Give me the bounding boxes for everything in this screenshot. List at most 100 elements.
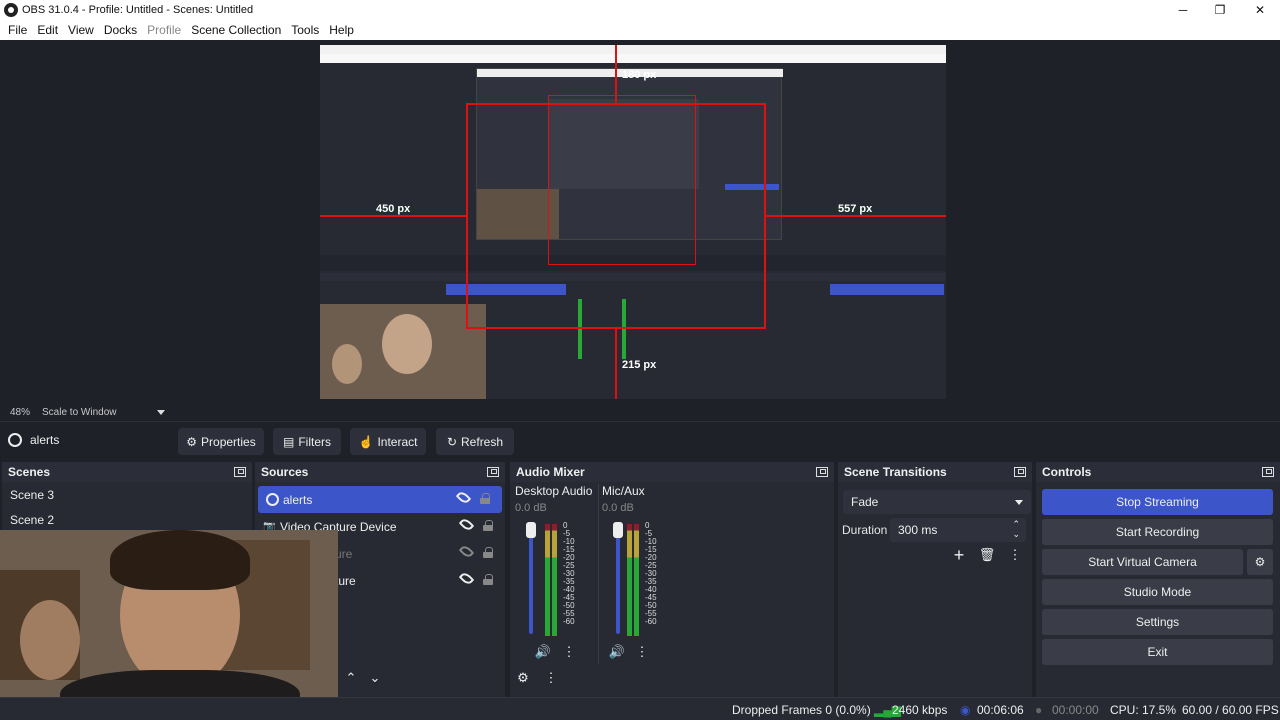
scene-transitions-header: Scene Transitions	[838, 462, 1032, 482]
visibility-eye-icon[interactable]	[458, 516, 475, 533]
undock-icon[interactable]	[1262, 467, 1274, 477]
maximize-button[interactable]: ❐	[1200, 0, 1240, 19]
scale-mode-select[interactable]: Scale to Window	[42, 407, 116, 418]
interact-label: Interact	[377, 434, 418, 449]
interact-button[interactable]: ☝ Interact	[350, 428, 426, 455]
chevron-down-icon	[1015, 500, 1023, 505]
undock-icon[interactable]	[487, 467, 499, 477]
move-up-icon[interactable]: ⌃	[341, 668, 361, 688]
channel-divider	[598, 484, 599, 664]
cpu-usage: CPU: 17.5%	[1110, 703, 1177, 717]
guide-left-line	[320, 215, 466, 217]
status-bar: Dropped Frames 0 (0.0%) ▂▄▆ 2460 kbps ◉ …	[0, 697, 1280, 720]
filter-icon: ▤	[282, 434, 295, 449]
menu-help[interactable]: Help	[329, 23, 354, 37]
volume-slider-handle[interactable]	[613, 522, 623, 538]
webcam-overlay	[0, 530, 338, 720]
exit-button[interactable]: Exit	[1042, 639, 1273, 665]
level-meter-left	[627, 524, 632, 636]
refresh-button[interactable]: ↻ Refresh	[436, 428, 514, 455]
preview-canvas[interactable]: 180 px 450 px 557 px 215 px	[320, 45, 946, 399]
chevron-down-icon[interactable]	[156, 409, 165, 415]
volume-slider-track[interactable]	[529, 524, 533, 634]
menu-tools[interactable]: Tools	[291, 23, 319, 37]
filters-button[interactable]: ▤ Filters	[273, 428, 341, 455]
virtual-camera-gear-icon[interactable]: ⚙	[1247, 549, 1273, 575]
browser-source-icon	[266, 493, 279, 506]
source-label: ture	[335, 573, 356, 588]
audio-mixer-dock: Audio Mixer Desktop Audio 0.0 dB 0 -5 -10-…	[510, 462, 834, 720]
transition-select[interactable]: Fade	[843, 490, 1031, 514]
visibility-eye-icon[interactable]	[458, 570, 475, 587]
menu-edit[interactable]: Edit	[37, 23, 58, 37]
menu-docks[interactable]: Docks	[104, 23, 137, 37]
refresh-icon: ↻	[446, 434, 458, 449]
move-down-icon[interactable]: ⌄	[365, 668, 385, 688]
audio-mixer-title: Audio Mixer	[516, 465, 585, 479]
stop-streaming-button[interactable]: Stop Streaming	[1042, 489, 1273, 515]
speaker-icon[interactable]: 🔊	[607, 642, 627, 662]
trash-icon[interactable]: 🗑	[977, 545, 997, 565]
lock-icon[interactable]	[483, 547, 493, 558]
settings-button[interactable]: Settings	[1042, 609, 1273, 635]
gear-icon: ⚙	[186, 434, 198, 449]
source-item-alerts[interactable]: alerts	[258, 486, 502, 513]
record-time: 00:00:00	[1052, 703, 1099, 717]
menu-scene-collection[interactable]: Scene Collection	[191, 23, 281, 37]
guide-right-line	[766, 215, 946, 217]
menu-view[interactable]: View	[68, 23, 94, 37]
menu-profile[interactable]: Profile	[147, 23, 181, 37]
stream-icon: ◉	[960, 703, 971, 717]
undock-icon[interactable]	[1014, 467, 1026, 477]
duration-spinbox[interactable]: 300 ms ⌃ ⌄	[890, 518, 1026, 542]
filters-label: Filters	[298, 434, 331, 449]
more-options-icon[interactable]: ⋮	[1005, 545, 1025, 565]
selected-source-indicator: alerts	[8, 433, 59, 447]
volume-slider-track[interactable]	[616, 524, 620, 634]
duration-value: 300 ms	[898, 523, 938, 537]
nested-webcam-large	[320, 304, 486, 399]
nested-titlebar	[320, 45, 946, 54]
more-options-icon[interactable]: ⋮	[632, 642, 652, 662]
properties-button[interactable]: ⚙ Properties	[178, 428, 264, 455]
mixer-menu-icon[interactable]: ⋮	[541, 668, 561, 688]
scenes-title: Scenes	[8, 465, 51, 479]
refresh-label: Refresh	[461, 434, 504, 449]
add-transition-icon[interactable]: +	[949, 545, 969, 565]
minimize-button[interactable]: ─	[1163, 0, 1203, 19]
scene-item[interactable]: Scene 2	[2, 507, 252, 532]
undock-icon[interactable]	[234, 467, 246, 477]
start-recording-button[interactable]: Start Recording	[1042, 519, 1273, 545]
level-meter-left	[545, 524, 550, 636]
spin-arrows-icon[interactable]: ⌃ ⌄	[1012, 519, 1020, 539]
studio-mode-button[interactable]: Studio Mode	[1042, 579, 1273, 605]
properties-label: Properties	[201, 434, 256, 449]
visibility-eye-icon[interactable]	[455, 489, 472, 506]
zoom-row: 48% Scale to Window	[0, 403, 1280, 421]
level-meter-right	[634, 524, 639, 636]
start-virtual-camera-button[interactable]: Start Virtual Camera	[1042, 549, 1243, 575]
speaker-icon[interactable]: 🔊	[533, 642, 553, 662]
channel-db: 0.0 dB	[602, 502, 634, 514]
visibility-off-eye-icon[interactable]	[458, 543, 475, 560]
guide-bottom-label: 215 px	[622, 359, 657, 371]
transition-value: Fade	[851, 495, 879, 509]
controls-dock: Controls Stop Streaming Start Recording …	[1036, 462, 1280, 720]
lock-icon[interactable]	[480, 493, 490, 504]
close-button[interactable]: ✕	[1240, 0, 1280, 19]
advanced-audio-gear-icon[interactable]: ⚙	[513, 668, 533, 688]
volume-slider-handle[interactable]	[526, 522, 536, 538]
lock-icon[interactable]	[483, 574, 493, 585]
scene-item[interactable]: Scene 3	[2, 482, 252, 507]
obs-logo-icon	[4, 2, 18, 17]
source-label: alerts	[283, 492, 313, 507]
bitrate: 2460 kbps	[892, 703, 948, 717]
undock-icon[interactable]	[816, 467, 828, 477]
lock-icon[interactable]	[483, 520, 493, 531]
more-options-icon[interactable]: ⋮	[559, 642, 579, 662]
inner-guide-box	[548, 95, 696, 265]
menu-file[interactable]: File	[8, 23, 27, 37]
guide-bottom-line	[615, 329, 617, 399]
guide-left-label: 450 px	[376, 203, 411, 215]
browser-source-icon	[8, 433, 22, 447]
